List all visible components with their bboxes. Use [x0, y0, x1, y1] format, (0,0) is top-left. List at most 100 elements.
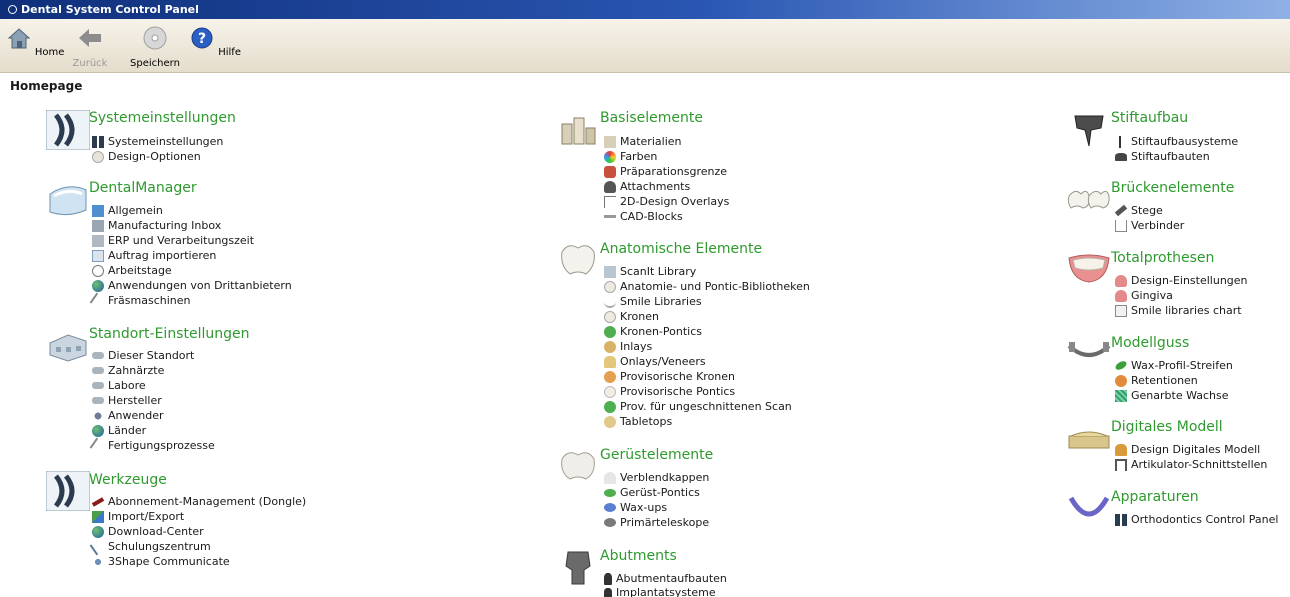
globe-icon: [92, 525, 104, 538]
link-geruest-pontics[interactable]: Gerüst-Pontics: [604, 485, 700, 500]
link-manufacturing-inbox[interactable]: Manufacturing Inbox: [92, 218, 221, 233]
building-icon: [92, 352, 104, 359]
link-design-optionen[interactable]: Design-Optionen: [92, 149, 201, 164]
gingiva-icon: [1115, 289, 1127, 302]
section-basiselemente-title[interactable]: Basiselemente: [600, 110, 703, 126]
link-laender[interactable]: Länder: [92, 423, 146, 438]
link-arbeitstage[interactable]: Arbeitstage: [92, 263, 172, 278]
location-building-icon[interactable]: [46, 325, 90, 365]
link-2d-design-overlays[interactable]: 2D-Design Overlays: [604, 194, 729, 209]
section-bruecken-title[interactable]: Brückenelemente: [1111, 180, 1234, 196]
post-core-icon[interactable]: [1067, 110, 1111, 150]
window-menu-icon[interactable]: [8, 5, 17, 14]
link-implantatsysteme[interactable]: Implantatsysteme: [604, 585, 716, 597]
section-geruest-title[interactable]: Gerüstelemente: [600, 447, 713, 463]
link-gingiva[interactable]: Gingiva: [1115, 288, 1173, 303]
link-provisorische-kronen[interactable]: Provisorische Kronen: [604, 369, 735, 384]
link-fraesmaschinen[interactable]: Fräsmaschinen: [89, 292, 191, 309]
link-abutmentaufbauten[interactable]: Abutmentaufbauten: [604, 571, 727, 586]
back-button[interactable]: Zurück: [60, 25, 120, 69]
link-allgemein[interactable]: Allgemein: [92, 203, 163, 218]
link-farben[interactable]: Farben: [604, 149, 657, 164]
link-hersteller[interactable]: Hersteller: [92, 393, 162, 408]
section-systemeinstellungen-title[interactable]: Systemeinstellungen: [89, 110, 236, 126]
save-button[interactable]: Speichern: [125, 25, 185, 69]
link-stiftaufbausysteme[interactable]: Stiftaufbausysteme: [1115, 134, 1238, 149]
link-scanit-library[interactable]: ScanIt Library: [604, 264, 696, 279]
link-systemeinstellungen[interactable]: Systemeinstellungen: [92, 134, 223, 149]
section-stiftaufbau-title[interactable]: Stiftaufbau: [1111, 110, 1188, 126]
link-orthodontics-control-panel[interactable]: Orthodontics Control Panel: [1115, 512, 1278, 527]
link-fertigungsprozesse[interactable]: Fertigungsprozesse: [89, 437, 215, 454]
bridge-icon[interactable]: [1067, 180, 1111, 220]
link-attachments[interactable]: Attachments: [604, 179, 690, 194]
link-onlays-veneers[interactable]: Onlays/Veneers: [604, 354, 706, 369]
link-smile-libraries[interactable]: Smile Libraries: [604, 294, 702, 309]
link-prov-ungeschnitten[interactable]: Prov. für ungeschnittenen Scan: [604, 399, 792, 414]
tabletop-icon: [604, 415, 616, 428]
dental-manager-icon[interactable]: [46, 180, 90, 220]
section-dentalmanager-title[interactable]: DentalManager: [89, 180, 197, 196]
link-artikulator[interactable]: Artikulator-Schnittstellen: [1115, 457, 1267, 472]
link-verbinder[interactable]: Verbinder: [1115, 218, 1184, 233]
home-button[interactable]: Home: [5, 25, 65, 58]
section-modellguss-title[interactable]: Modellguss: [1111, 335, 1189, 351]
section-apparaturen-title[interactable]: Apparaturen: [1111, 489, 1199, 505]
link-dieser-standort[interactable]: Dieser Standort: [92, 348, 194, 363]
link-kronen[interactable]: Kronen: [604, 309, 659, 324]
link-stiftaufbauten[interactable]: Stiftaufbauten: [1115, 149, 1210, 164]
anatomical-tooth-icon[interactable]: [556, 240, 600, 280]
link-abonnement[interactable]: Abonnement-Management (Dongle): [91, 494, 306, 509]
link-download-center[interactable]: Download-Center: [92, 524, 204, 539]
system-settings-icon[interactable]: [46, 110, 90, 150]
link-kronen-pontics[interactable]: Kronen-Pontics: [604, 324, 702, 339]
link-tabletops[interactable]: Tabletops: [604, 414, 672, 429]
link-schulungszentrum[interactable]: Schulungszentrum: [89, 538, 211, 555]
link-retentionen[interactable]: Retentionen: [1115, 373, 1198, 388]
link-verblendkappen[interactable]: Verblendkappen: [604, 470, 709, 485]
link-erp[interactable]: ERP und Verarbeitungszeit: [92, 233, 254, 248]
link-wax-profil-streifen[interactable]: Wax-Profil-Streifen: [1114, 358, 1233, 373]
link-import-export[interactable]: Import/Export: [92, 509, 184, 524]
window-title: Dental System Control Panel: [21, 3, 199, 16]
link-materialien[interactable]: Materialien: [604, 134, 681, 149]
link-zahnaerzte[interactable]: Zahnärzte: [92, 363, 164, 378]
link-stege[interactable]: Stege: [1114, 203, 1163, 218]
section-totalprothesen-title[interactable]: Totalprothesen: [1111, 250, 1214, 266]
tools-icon[interactable]: [46, 471, 90, 511]
orthodontic-appliance-icon[interactable]: [1067, 490, 1111, 530]
link-primaerteleskope[interactable]: Primärteleskope: [604, 515, 709, 530]
link-auftrag-importieren[interactable]: Auftrag importieren: [92, 248, 216, 263]
section-digitales-title[interactable]: Digitales Modell: [1111, 419, 1223, 435]
denture-icon[interactable]: [1067, 248, 1111, 288]
link-wax-ups[interactable]: Wax-ups: [604, 500, 667, 515]
digital-model-icon[interactable]: [1067, 420, 1111, 460]
link-drittanbieter[interactable]: Anwendungen von Drittanbietern: [92, 278, 292, 293]
base-elements-icon[interactable]: [556, 110, 600, 150]
link-provisorische-pontics[interactable]: Provisorische Pontics: [604, 384, 735, 399]
section-standort-title[interactable]: Standort-Einstellungen: [89, 326, 249, 342]
section-werkzeuge-title[interactable]: Werkzeuge: [89, 472, 167, 488]
help-button[interactable]: ? Hilfe: [185, 25, 245, 58]
overlay-icon: [604, 195, 616, 208]
section-abutments-title[interactable]: Abutments: [600, 548, 677, 564]
partial-framework-icon[interactable]: [1067, 334, 1111, 374]
link-smile-libraries-chart[interactable]: Smile libraries chart: [1115, 303, 1242, 318]
clock-icon: [92, 264, 104, 277]
framework-icon[interactable]: [556, 445, 600, 485]
import-export-icon: [92, 510, 104, 523]
link-inlays[interactable]: Inlays: [604, 339, 652, 354]
link-design-digitales-modell[interactable]: Design Digitales Modell: [1115, 442, 1260, 457]
link-genarbte-wachse[interactable]: Genarbte Wachse: [1115, 388, 1229, 403]
link-3shape-communicate[interactable]: 3Shape Communicate: [92, 554, 230, 569]
framework-pontic-icon: [604, 488, 616, 497]
chart-icon: [1115, 304, 1127, 317]
abutment-icon[interactable]: [556, 548, 600, 588]
link-praeparationsgrenze[interactable]: Präparationsgrenze: [604, 164, 727, 179]
link-cad-blocks[interactable]: CAD-Blocks: [604, 209, 683, 224]
link-design-einstellungen[interactable]: Design-Einstellungen: [1115, 273, 1248, 288]
link-anatomie-bibliotheken[interactable]: Anatomie- und Pontic-Bibliotheken: [604, 279, 810, 294]
section-anatomische-title[interactable]: Anatomische Elemente: [600, 241, 762, 257]
link-labore[interactable]: Labore: [92, 378, 146, 393]
link-anwender[interactable]: Anwender: [92, 408, 164, 423]
